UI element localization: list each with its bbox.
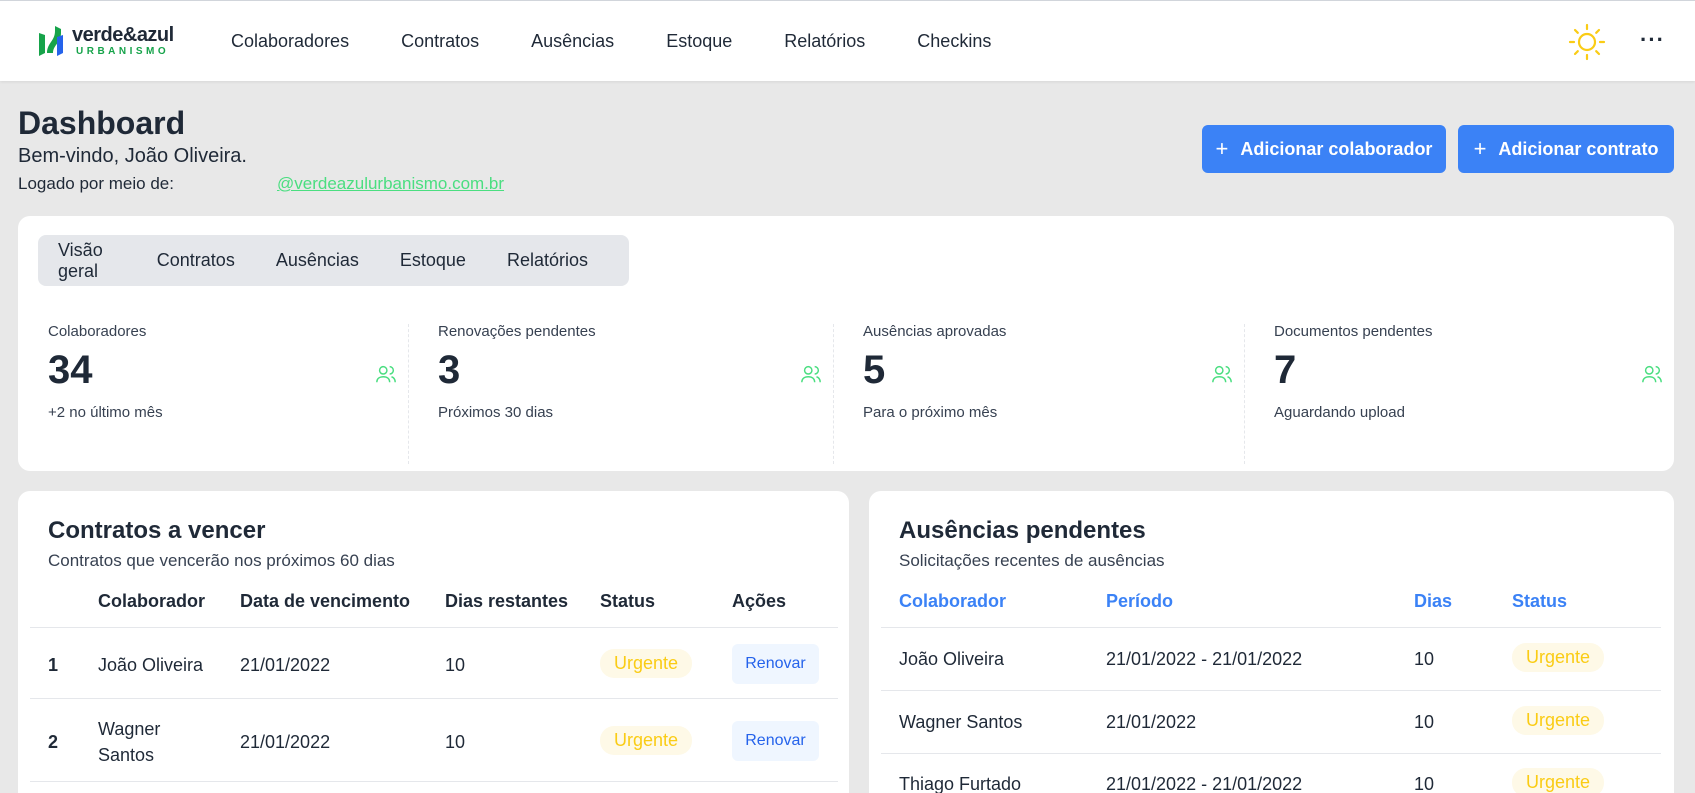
row-period: 21/01/2022 - 21/01/2022 <box>1106 649 1303 669</box>
tab-visao-geral[interactable]: Visão geral <box>58 240 116 282</box>
stat-sub: Aguardando upload <box>1274 404 1405 421</box>
status-badge: Urgente <box>1512 643 1605 672</box>
stat-renovacoes: Renovações pendentes 3 Próximos 30 dias <box>438 323 828 458</box>
table-divider <box>881 627 1661 628</box>
row-index: 2 <box>48 732 59 752</box>
welcome-text: Bem-vindo, João Oliveira. <box>18 145 247 167</box>
plus-icon: + <box>1473 136 1487 161</box>
table-divider <box>881 753 1661 754</box>
stat-sub: Próximos 30 dias <box>438 404 554 421</box>
row-days: 10 <box>1414 649 1435 669</box>
table-divider <box>30 627 838 628</box>
contracts-title: Contratos a vencer <box>48 517 266 544</box>
row-days: 10 <box>445 655 466 675</box>
logged-email-link[interactable]: @verdeazulurbanismo.com.br <box>277 174 504 194</box>
brand-sub: URBANISMO <box>76 46 170 57</box>
stat-label: Renovações pendentes <box>438 323 596 340</box>
row-date: 21/01/2022 <box>240 732 331 752</box>
section-tabs: Visão geral Contratos Ausências Estoque … <box>38 235 629 286</box>
row-name: Wagner Santos <box>899 712 1023 732</box>
absences-title: Ausências pendentes <box>899 517 1146 544</box>
col-colaborador: Colaborador <box>98 591 206 611</box>
top-navbar: verde&azul URBANISMO Colaboradores Contr… <box>0 0 1695 81</box>
stat-value: 7 <box>1274 348 1297 392</box>
row-name: João Oliveira <box>98 655 204 675</box>
add-collaborator-label: Adicionar colaborador <box>1240 138 1433 159</box>
table-divider <box>881 690 1661 691</box>
status-badge: Urgente <box>1512 706 1605 735</box>
stat-documentos: Documentos pendentes 7 Aguardando upload <box>1274 323 1662 458</box>
stat-value: 5 <box>863 348 886 392</box>
absences-card: Ausências pendentes Solicitações recente… <box>869 491 1674 793</box>
tab-contratos[interactable]: Contratos <box>157 250 235 271</box>
stat-colaboradores: Colaboradores 34 +2 no último mês <box>48 323 398 458</box>
add-collaborator-button[interactable]: + Adicionar colaborador <box>1202 125 1446 173</box>
col-status[interactable]: Status <box>1512 591 1567 612</box>
row-days: 10 <box>1414 774 1435 793</box>
logged-label: Logado por meio de: <box>18 174 174 193</box>
tab-estoque[interactable]: Estoque <box>400 250 466 271</box>
row-days: 10 <box>1414 712 1435 732</box>
col-data-vencimento: Data de vencimento <box>240 591 411 611</box>
logo-mark-icon <box>39 26 63 56</box>
brand-name: verde&azul <box>72 24 174 46</box>
renew-button[interactable]: Renovar <box>732 644 819 684</box>
table-divider <box>30 781 838 782</box>
nav-contratos[interactable]: Contratos <box>401 31 479 52</box>
users-icon <box>1212 365 1232 383</box>
table-divider <box>30 698 838 699</box>
stat-label: Documentos pendentes <box>1274 323 1433 340</box>
overview-card: Visão geral Contratos Ausências Estoque … <box>18 216 1674 471</box>
nav-ausencias[interactable]: Ausências <box>531 31 614 52</box>
status-badge: Urgente <box>600 649 693 678</box>
row-period: 21/01/2022 - 21/01/2022 <box>1106 774 1303 793</box>
add-contract-button[interactable]: + Adicionar contrato <box>1458 125 1674 173</box>
add-contract-label: Adicionar contrato <box>1498 138 1659 159</box>
row-index: 1 <box>48 655 59 675</box>
sun-icon[interactable] <box>1568 23 1606 61</box>
status-badge: Urgente <box>600 726 693 755</box>
row-name: Thiago Furtado <box>899 774 1022 793</box>
nav-colaboradores[interactable]: Colaboradores <box>231 31 349 52</box>
more-menu-icon[interactable]: ··· <box>1640 27 1665 53</box>
row-name: João Oliveira <box>899 649 1005 669</box>
stat-value: 34 <box>48 348 93 392</box>
contracts-card: Contratos a vencer Contratos que vencerã… <box>18 491 849 793</box>
status-badge: Urgente <box>1512 768 1605 793</box>
tab-relatorios[interactable]: Relatórios <box>507 250 588 271</box>
users-icon <box>376 365 396 383</box>
col-colaborador[interactable]: Colaborador <box>899 591 1006 612</box>
users-icon <box>1642 365 1662 383</box>
stat-ausencias: Ausências aprovadas 5 Para o próximo mês <box>863 323 1253 458</box>
stat-value: 3 <box>438 348 461 392</box>
main-nav: Colaboradores Contratos Ausências Estoqu… <box>231 31 1043 52</box>
col-dias[interactable]: Dias <box>1414 591 1452 612</box>
stat-sub: +2 no último mês <box>48 404 163 421</box>
stat-label: Ausências aprovadas <box>863 323 1007 340</box>
stat-divider <box>408 324 409 464</box>
nav-estoque[interactable]: Estoque <box>666 31 732 52</box>
row-period: 21/01/2022 <box>1106 712 1197 732</box>
brand-logo[interactable]: verde&azul URBANISMO <box>36 23 174 59</box>
stat-divider <box>833 324 834 464</box>
contracts-subtitle: Contratos que vencerão nos próximos 60 d… <box>48 551 395 570</box>
nav-relatorios[interactable]: Relatórios <box>784 31 865 52</box>
nav-checkins[interactable]: Checkins <box>917 31 991 52</box>
page-title: Dashboard <box>18 105 186 141</box>
col-status: Status <box>600 591 656 611</box>
row-date: 21/01/2022 <box>240 655 331 675</box>
renew-button[interactable]: Renovar <box>732 721 819 761</box>
users-icon <box>801 365 821 383</box>
stat-label: Colaboradores <box>48 323 147 340</box>
col-dias-restantes: Dias restantes <box>445 591 569 611</box>
col-periodo[interactable]: Período <box>1106 591 1173 612</box>
stat-divider <box>1244 324 1245 464</box>
absences-subtitle: Solicitações recentes de ausências <box>899 551 1165 570</box>
tab-ausencias[interactable]: Ausências <box>276 250 359 271</box>
row-name: Wagner Santos <box>98 719 161 765</box>
row-days: 10 <box>445 732 466 752</box>
stat-sub: Para o próximo mês <box>863 404 998 421</box>
col-acoes: Ações <box>732 591 787 611</box>
plus-icon: + <box>1215 136 1229 161</box>
